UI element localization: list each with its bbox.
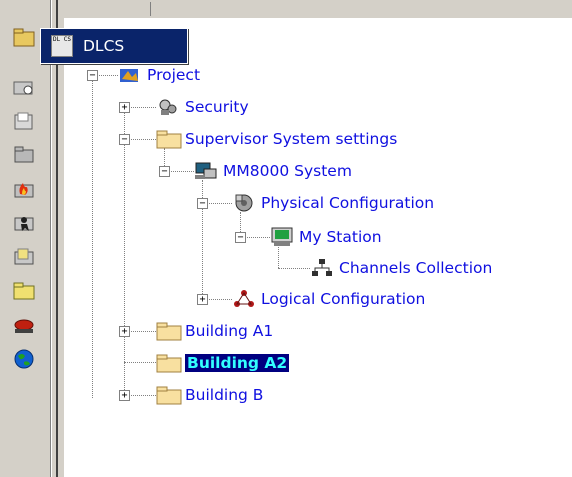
- monitor-icon: [270, 227, 294, 247]
- header-bar: [58, 0, 572, 18]
- tree-line: [92, 80, 93, 398]
- collapse-toggle[interactable]: −: [87, 70, 98, 81]
- logical-icon: [232, 289, 256, 309]
- tree-line: [278, 268, 310, 269]
- tree-node-building-a2[interactable]: Building A2: [156, 351, 291, 375]
- folder-page-icon[interactable]: [9, 106, 39, 136]
- tree-node-building-a1[interactable]: Building A1: [156, 319, 273, 343]
- folder-icon: [156, 353, 182, 373]
- folder-list-icon[interactable]: [9, 242, 39, 272]
- tree-node-building-b[interactable]: Building B: [156, 383, 263, 407]
- network-icon: [310, 258, 334, 278]
- collapse-toggle[interactable]: −: [159, 166, 170, 177]
- collapse-toggle[interactable]: −: [235, 232, 246, 243]
- security-icon: [156, 97, 180, 117]
- tree-node-supervisor[interactable]: Supervisor System settings: [156, 127, 397, 151]
- tree-node-label: My Station: [299, 228, 382, 246]
- tree-node-label: Physical Configuration: [261, 194, 435, 212]
- tree-node-channels[interactable]: Channels Collection: [310, 256, 492, 280]
- alarm-light-icon[interactable]: [9, 310, 39, 340]
- expand-toggle[interactable]: +: [119, 326, 130, 337]
- expand-toggle[interactable]: +: [197, 294, 208, 305]
- globe-icon[interactable]: [9, 344, 39, 374]
- tree-line: [124, 110, 125, 398]
- dlcs-icon: DL CS: [51, 35, 73, 57]
- tree-node-label-selected: Building A2: [183, 353, 291, 373]
- left-toolbar: [0, 0, 50, 477]
- folder-intrusion-icon[interactable]: [9, 208, 39, 238]
- tree-node-label: Supervisor System settings: [185, 130, 398, 148]
- project-icon: [118, 65, 142, 85]
- tree-node-label: Logical Configuration: [261, 290, 426, 308]
- folder-icon: [156, 385, 182, 405]
- hardware-icon: [232, 193, 256, 213]
- collapse-toggle[interactable]: −: [119, 134, 130, 145]
- column-divider[interactable]: [150, 2, 151, 16]
- folder-gray-icon[interactable]: [9, 140, 39, 170]
- tree-node-mystation[interactable]: My Station: [270, 225, 382, 249]
- tree-line: [124, 362, 156, 363]
- expand-toggle[interactable]: +: [119, 102, 130, 113]
- folder-icon: [156, 321, 182, 341]
- computer-system-icon: [194, 161, 218, 181]
- tree-node-label: Security: [185, 98, 249, 116]
- tree-node-security[interactable]: Security: [156, 95, 249, 119]
- folder-search-icon[interactable]: [9, 72, 39, 102]
- tree-node-label: Project: [147, 66, 201, 84]
- tree-node-label: Channels Collection: [339, 259, 493, 277]
- splitter-highlight: [51, 0, 52, 477]
- tree-node-label: Building A1: [185, 322, 274, 340]
- folder-fire-icon[interactable]: [9, 174, 39, 204]
- collapse-toggle[interactable]: −: [197, 198, 208, 209]
- folder-icon: [156, 129, 182, 149]
- tree-node-label: Building B: [185, 386, 264, 404]
- tree-node-mm8000[interactable]: MM8000 System: [194, 159, 352, 183]
- tree-node-project[interactable]: Project: [118, 63, 200, 87]
- folder-open-icon[interactable]: [9, 22, 39, 52]
- dlcs-popup[interactable]: DL CS DLCS: [40, 28, 188, 64]
- splitter-dark[interactable]: [56, 0, 58, 477]
- tree-node-label: MM8000 System: [223, 162, 352, 180]
- tree-node-logical[interactable]: Logical Configuration: [232, 287, 425, 311]
- tree-node-physical[interactable]: Physical Configuration: [232, 191, 434, 215]
- tree-line: [164, 148, 165, 168]
- expand-toggle[interactable]: +: [119, 390, 130, 401]
- dlcs-label: DLCS: [83, 37, 125, 55]
- folder-yellow-icon[interactable]: [9, 276, 39, 306]
